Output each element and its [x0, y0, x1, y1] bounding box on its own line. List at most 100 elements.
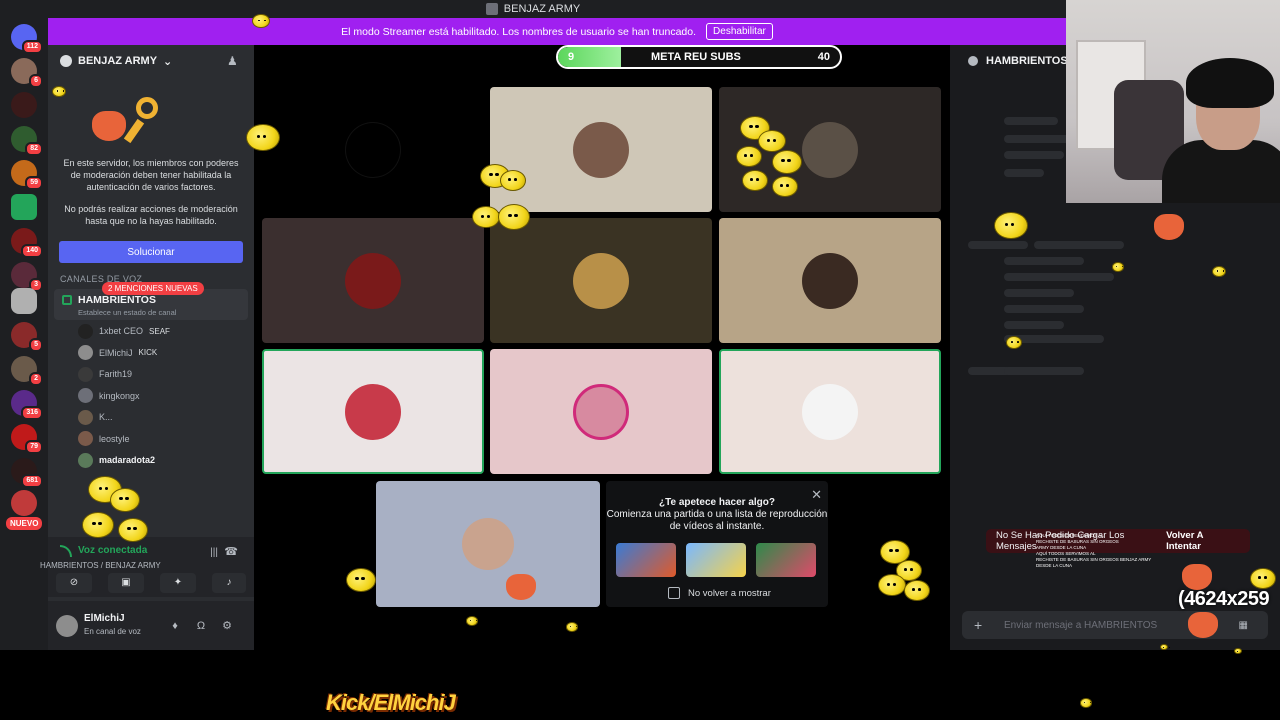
video-tile-8[interactable] [490, 349, 712, 474]
activity-title: ¿Te apetece hacer algo? [659, 497, 775, 508]
voice-member[interactable]: Farith19 [78, 365, 132, 383]
skeleton-line [1004, 289, 1074, 297]
rail-badge: 2 [29, 372, 43, 386]
window-title: BENJAZ ARMY [503, 3, 581, 15]
video-off-button[interactable]: ⊘ [56, 573, 92, 593]
video-tile-self[interactable] [376, 481, 600, 607]
server-icon-6[interactable]: 140 [11, 228, 43, 258]
voice-member-name: 1xbet CEO [99, 326, 144, 336]
dont-show-again[interactable]: No volver a mostrar [668, 587, 771, 599]
mfa-notice: En este servidor, los miembros con poder… [58, 157, 244, 237]
voice-connected-label: Voz conectada [78, 545, 148, 556]
video-tile-6[interactable] [719, 218, 941, 343]
checkbox[interactable] [668, 587, 680, 599]
voice-member[interactable]: kingkongx [78, 387, 140, 405]
avatar [78, 366, 93, 382]
kick-server-icon[interactable] [11, 194, 37, 220]
home-icon[interactable]: 112 [11, 24, 43, 54]
activity-suggestion-text: ¿Te apetece hacer algo? Comienza una par… [606, 497, 828, 533]
channel-sidebar: BENJAZ ARMY ⌄ ♟ En este servidor, los mi… [40, 45, 254, 650]
disable-streamer-button[interactable]: Deshabilitar [706, 23, 773, 40]
voice-member[interactable]: 1xbet CEO SEAF [78, 322, 170, 340]
video-tile-9[interactable] [719, 349, 941, 474]
activity-card-2[interactable] [686, 543, 746, 577]
counter-overlay: (4624x259 [1178, 588, 1270, 610]
server-name: BENJAZ ARMY [78, 55, 158, 67]
bee-emote [500, 170, 526, 191]
webcam-overlay [1066, 0, 1280, 203]
skeleton-line [1004, 151, 1064, 159]
mascot-emote [1188, 612, 1218, 638]
member-tag: KICK [138, 348, 158, 357]
server-icon-benjaz[interactable] [11, 288, 37, 314]
solve-button[interactable]: Solucionar [59, 241, 243, 263]
server-icon-9[interactable]: 5 [11, 322, 43, 352]
kick-channel-logo: Kick/ElMichiJ [326, 690, 456, 715]
voice-member[interactable]: K... [78, 408, 113, 426]
mascot-emote [1182, 564, 1212, 590]
activity-suggestion: ✕ ¿Te apetece hacer algo? Comienza una p… [606, 481, 828, 607]
voice-member-name: K... [99, 412, 113, 422]
headphones-icon[interactable]: Ω [194, 619, 208, 633]
rail-badge: 112 [21, 40, 43, 54]
video-tile-2[interactable] [490, 87, 712, 212]
server-badge-icon [60, 55, 72, 67]
server-icon-3[interactable]: 82 [11, 126, 43, 156]
server-icon-14[interactable] [11, 490, 37, 516]
avatar[interactable] [56, 615, 78, 637]
dont-show-again-label: No volver a mostrar [688, 587, 771, 599]
invite-people-icon[interactable]: ♟ [227, 55, 240, 68]
voice-member[interactable]: ElMichiJ KICK [78, 344, 157, 362]
voice-channel-name: HAMBRIENTOS [78, 294, 156, 306]
chevron-down-icon: ⌄ [163, 55, 173, 68]
voice-member[interactable]: leostyle [78, 430, 130, 448]
server-header[interactable]: BENJAZ ARMY ⌄ [48, 45, 254, 77]
skeleton-line [1034, 241, 1124, 249]
server-icon-1[interactable]: 6 [11, 58, 43, 88]
soundboard-icon[interactable]: ||| [210, 547, 218, 558]
retry-button[interactable]: Volver A Intentar [1166, 530, 1240, 552]
video-tile-1[interactable] [262, 87, 484, 212]
plus-icon[interactable]: + [974, 617, 982, 633]
voice-member-name: leostyle [99, 433, 130, 444]
apps-icon[interactable]: ▦ [1239, 620, 1248, 631]
voice-member-name: Farith19 [99, 369, 133, 379]
server-icon-4[interactable]: 59 [11, 160, 43, 190]
skeleton-line [1004, 257, 1084, 265]
activities-button[interactable]: ✦ [160, 573, 196, 593]
video-tile-5[interactable] [490, 218, 712, 343]
microphone-icon[interactable]: ♦ [168, 619, 182, 633]
activity-card-karts[interactable] [616, 543, 676, 577]
rail-badge: 5 [29, 338, 43, 352]
mentions-badge[interactable]: 2 MENCIONES NUEVAS [102, 282, 204, 295]
soundboard-button[interactable]: ♪ [212, 573, 246, 593]
server-rail: 112 6 82 59 140 3 5 2 316 79 681 [0, 18, 48, 650]
chat-bubble-icon [968, 56, 978, 66]
disconnect-icon[interactable]: ☎ [224, 545, 238, 558]
stream-chat-overlay: AQUÍ TODOS DEFENDEMOS AL RECHISTE DE BASU… [1036, 533, 1156, 678]
server-icon-10[interactable]: 2 [11, 356, 43, 386]
bee-emote [1006, 336, 1022, 349]
settings-gear-icon[interactable]: ⚙ [220, 619, 234, 633]
server-icon-2[interactable] [11, 92, 37, 118]
server-icon-7[interactable]: 3 [11, 262, 43, 292]
bee-emote [1112, 262, 1124, 272]
server-icon-12[interactable]: 79 [11, 424, 43, 454]
server-icon-11[interactable]: 316 [11, 390, 43, 420]
member-tag: SEAF [149, 326, 170, 336]
voice-member[interactable]: madaradota2 [78, 451, 155, 469]
video-tile-4[interactable] [262, 218, 484, 343]
activity-card-3[interactable] [756, 543, 816, 577]
participant-avatar [573, 121, 629, 178]
video-tile-7[interactable] [262, 349, 484, 474]
user-name: ElMichiJ [84, 613, 125, 624]
user-status: En canal de voz [84, 627, 141, 636]
channel-status[interactable]: Establece un estado de canal [78, 308, 176, 317]
voice-member-name: ElMichiJ [99, 347, 133, 358]
key-icon [136, 97, 158, 119]
screen-share-button[interactable]: ▣ [108, 573, 144, 593]
server-icon-13[interactable]: 681 [11, 458, 43, 488]
activity-body: Comienza una partida o una lista de repr… [606, 509, 828, 532]
rail-badge: 82 [25, 142, 43, 156]
chat-channel-name: HAMBRIENTOS [986, 55, 1068, 67]
